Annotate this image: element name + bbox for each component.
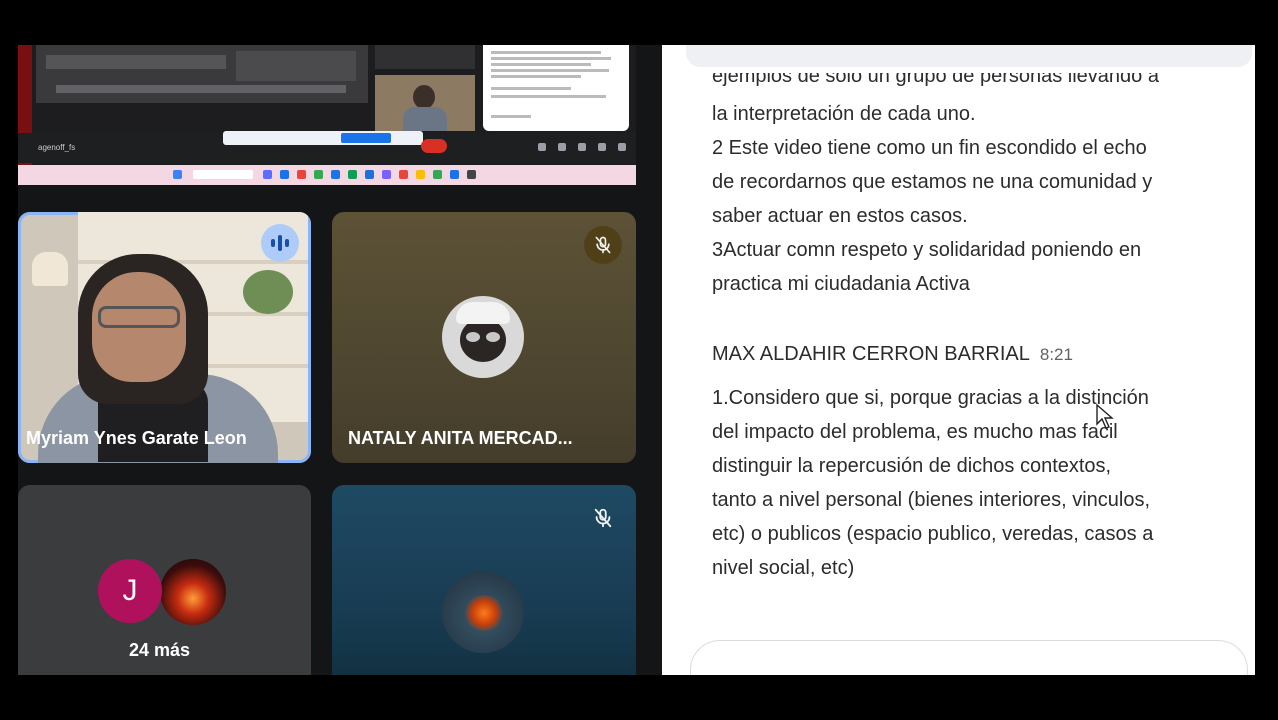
message-time: 8:21 [1039, 345, 1073, 364]
app-icon[interactable] [280, 170, 289, 179]
audio-level-icon [261, 224, 299, 262]
start-icon[interactable] [173, 170, 182, 179]
app-icon[interactable] [263, 170, 272, 179]
document-preview [483, 45, 629, 131]
message-line: saber actuar en estos casos. [712, 205, 968, 227]
message-line: tanto a nivel personal (bienes interiore… [712, 489, 1151, 511]
message-line: 2 Este video tiene como un fin escondido… [712, 137, 1147, 159]
mouse-pointer-icon [1096, 404, 1114, 429]
avatar: J [98, 559, 162, 623]
mini-participant-tile [375, 75, 475, 131]
participant-name: NATALY ANITA MERCAD... [348, 428, 573, 448]
app-icon[interactable] [348, 170, 357, 179]
app-icon[interactable] [450, 170, 459, 179]
app-icon[interactable] [365, 170, 374, 179]
participant-avatar [442, 571, 524, 653]
app-icon[interactable] [297, 170, 306, 179]
app-icon[interactable] [331, 170, 340, 179]
control-icon[interactable] [578, 143, 586, 151]
more-participants-tile[interactable]: J 24 más [18, 485, 311, 675]
message-line: etc) o publicos (espacio publico, vereda… [712, 523, 1154, 545]
taskbar-search[interactable] [193, 170, 253, 179]
app-icon[interactable] [382, 170, 391, 179]
plant [243, 270, 293, 314]
control-icon[interactable] [558, 143, 566, 151]
mic-off-icon [584, 226, 622, 264]
lamp [32, 252, 68, 286]
app-icon[interactable] [399, 170, 408, 179]
message-line: de recordarnos que estamos ne una comuni… [712, 171, 1153, 193]
message-line: ejemplos de solo un grupo de personas ll… [712, 73, 1159, 87]
app-icon[interactable] [467, 170, 476, 179]
message-line: practica mi ciudadania Activa [712, 273, 970, 295]
chat-panel: ejemplos de solo un grupo de personas ll… [662, 45, 1255, 675]
sender-name: MAX ALDAHIR CERRON BARRIAL [712, 343, 1030, 365]
shared-video-area [36, 45, 368, 103]
shared-screen-preview[interactable]: agenoff_fs [18, 45, 636, 185]
meeting-controls-bar: agenoff_fs [18, 131, 636, 163]
message-line: 1.Considero que si, porque gracias a la … [712, 387, 1149, 409]
chat-message: 1.Considero que si, porque gracias a la … [712, 381, 1215, 585]
control-icon[interactable] [618, 143, 626, 151]
message-line: la interpretación de cada uno. [712, 103, 976, 125]
message-sender: MAX ALDAHIR CERRON BARRIAL 8:21 [712, 343, 1073, 366]
message-line: del impacto del problema, es mucho mas f… [712, 421, 1118, 443]
mic-off-icon [584, 499, 622, 537]
chat-message: ejemplos de solo un grupo de personas ll… [712, 73, 1215, 301]
meeting-window: agenoff_fs Myriam Ynes Garate Leon NATAL… [18, 45, 1255, 675]
app-icon[interactable] [314, 170, 323, 179]
sharing-notice [223, 131, 423, 145]
message-line: distinguir la repercusión de dichos cont… [712, 455, 1112, 477]
participant-tile-myriam[interactable]: Myriam Ynes Garate Leon [18, 212, 311, 463]
avatar [160, 559, 226, 625]
participant-tile-nataly[interactable]: NATALY ANITA MERCAD... [332, 212, 636, 463]
message-line: nivel social, etc) [712, 557, 855, 579]
more-participants-count: 24 más [128, 640, 191, 660]
os-taskbar [18, 165, 636, 185]
control-icon[interactable] [598, 143, 606, 151]
participant-tile[interactable] [332, 485, 636, 675]
app-icon[interactable] [416, 170, 425, 179]
end-call-button[interactable] [421, 139, 447, 153]
app-icon[interactable] [433, 170, 442, 179]
participant-avatar [442, 296, 524, 378]
chat-header [686, 45, 1252, 67]
chat-input[interactable] [690, 640, 1248, 675]
message-line: 3Actuar comn respeto y solidaridad ponie… [712, 239, 1142, 261]
meeting-code: agenoff_fs [38, 143, 76, 152]
control-icon[interactable] [538, 143, 546, 151]
participant-name: Myriam Ynes Garate Leon [26, 428, 247, 448]
mini-tile [375, 45, 475, 69]
